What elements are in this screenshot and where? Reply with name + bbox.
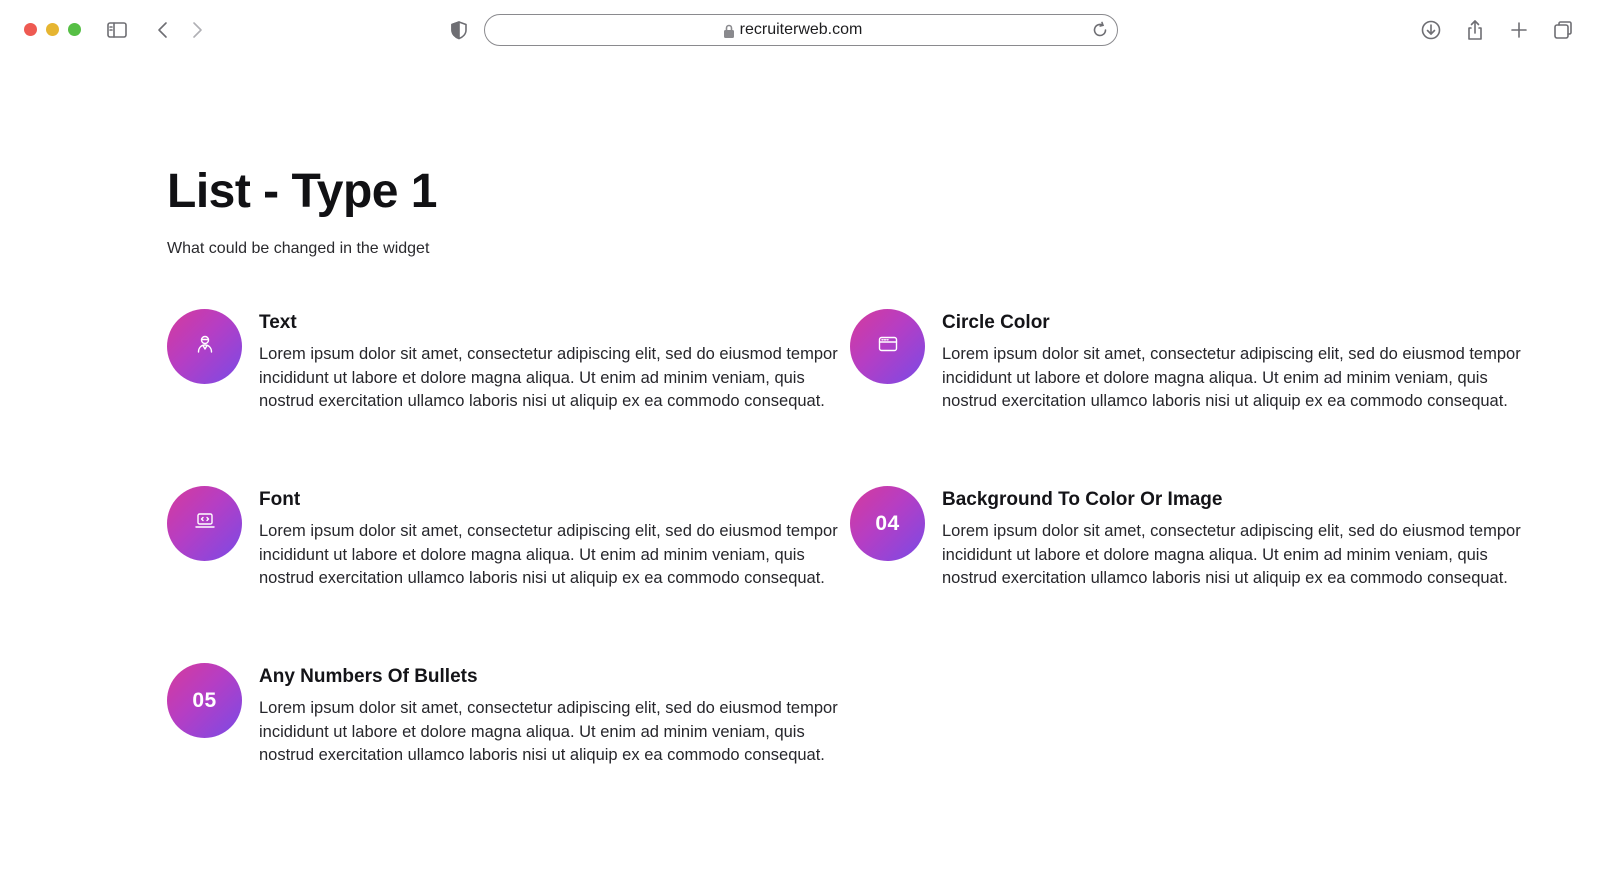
list-item: 04 Background To Color Or Image Lorem ip…	[850, 486, 1521, 626]
list-item: Font Lorem ipsum dolor sit amet, consect…	[167, 486, 838, 626]
list-item-body: Lorem ipsum dolor sit amet, consectetur …	[259, 699, 838, 764]
list-item-badge: 05	[167, 663, 242, 738]
list-item: 05 Any Numbers Of Bullets Lorem ipsum do…	[167, 663, 838, 803]
list-item-number: 05	[192, 688, 217, 712]
close-window-button[interactable]	[24, 23, 37, 36]
reload-icon[interactable]	[1091, 21, 1109, 39]
share-icon[interactable]	[1462, 17, 1488, 43]
list-item-title: Background To Color Or Image	[942, 489, 1223, 510]
list-item: Text Lorem ipsum dolor sit amet, consect…	[167, 309, 838, 449]
list-item-title: Text	[259, 312, 297, 333]
list-item-title: Font	[259, 489, 301, 510]
list-item-number: 04	[875, 511, 900, 535]
privacy-shield-icon[interactable]	[446, 17, 472, 43]
list-item-badge: 04	[850, 486, 925, 561]
list-item-title: Circle Color	[942, 312, 1050, 333]
list-item-badge	[167, 486, 242, 561]
list-item-body: Lorem ipsum dolor sit amet, consectetur …	[259, 522, 838, 587]
browser-toolbar: recruiterweb.com	[0, 0, 1600, 58]
url-text: recruiterweb.com	[739, 21, 863, 38]
list-item-badge	[167, 309, 242, 384]
sidebar-icon[interactable]	[104, 17, 130, 43]
chevron-right-icon[interactable]	[184, 17, 210, 43]
list-item-body: Lorem ipsum dolor sit amet, consectetur …	[259, 345, 838, 410]
download-icon[interactable]	[1418, 17, 1444, 43]
minimize-window-button[interactable]	[46, 23, 59, 36]
browser-window-icon	[877, 333, 899, 360]
list-item-title: Any Numbers Of Bullets	[259, 666, 478, 687]
address-bar[interactable]: recruiterweb.com	[484, 14, 1118, 46]
zoom-window-button[interactable]	[68, 23, 81, 36]
plus-icon[interactable]	[1506, 17, 1532, 43]
page-subtitle: What could be changed in the widget	[167, 240, 430, 257]
laptop-code-icon	[194, 510, 216, 537]
tab-overview-icon[interactable]	[1550, 17, 1576, 43]
page-title: List - Type 1	[167, 165, 438, 218]
list-item-body: Lorem ipsum dolor sit amet, consectetur …	[942, 345, 1521, 410]
list-item: Circle Color Lorem ipsum dolor sit amet,…	[850, 309, 1521, 449]
user-icon	[194, 333, 216, 360]
chevron-left-icon[interactable]	[150, 17, 176, 43]
list-item-badge	[850, 309, 925, 384]
list-item-body: Lorem ipsum dolor sit amet, consectetur …	[942, 522, 1521, 587]
